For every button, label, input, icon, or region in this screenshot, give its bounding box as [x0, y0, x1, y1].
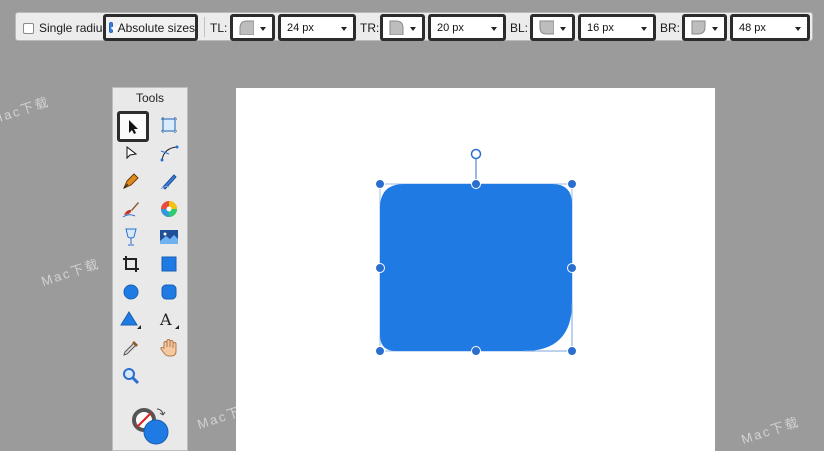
absolute-sizes-checkbox[interactable]	[109, 22, 113, 33]
polygon-tool[interactable]	[118, 307, 144, 333]
bl-radius-value: 16 px	[587, 21, 614, 34]
resize-handle-top[interactable]	[471, 179, 481, 189]
chevron-down-icon	[560, 27, 566, 31]
tl-radius-select[interactable]: 24 px	[278, 14, 356, 41]
crop-tool[interactable]	[118, 251, 144, 277]
crop-frame-tool[interactable]	[156, 112, 182, 138]
tl-corner-style-button[interactable]	[230, 14, 275, 41]
crop-frame-icon	[161, 117, 177, 133]
pencil-tool[interactable]	[156, 168, 182, 194]
crop-icon	[123, 256, 139, 272]
absolute-sizes-label: Absolute sizes	[117, 20, 195, 35]
ellipse-tool[interactable]	[118, 279, 144, 305]
rectangle-icon	[161, 256, 177, 272]
single-radius-checkbox[interactable]	[23, 22, 34, 34]
rotation-handle[interactable]	[470, 148, 482, 160]
eyedropper-tool[interactable]	[118, 335, 144, 361]
br-label: BR:	[660, 21, 681, 35]
document-canvas[interactable]: Mac下载 Mac下载 Mac下载	[236, 88, 715, 451]
bl-radius-select[interactable]: 16 px	[578, 14, 656, 41]
brush-icon	[122, 202, 139, 218]
select-tool[interactable]	[117, 111, 149, 142]
glass-icon	[125, 228, 137, 246]
text-icon: A	[159, 310, 179, 329]
image-tool[interactable]	[156, 224, 182, 250]
bl-label: BL:	[510, 21, 529, 35]
chevron-down-icon	[795, 27, 801, 31]
resize-handle-bottom[interactable]	[471, 346, 481, 356]
node-tool[interactable]	[118, 140, 144, 166]
image-icon	[160, 230, 178, 244]
brush-tool[interactable]	[118, 196, 144, 222]
resize-handle-right[interactable]	[567, 263, 577, 273]
tl-radius-value: 24 px	[287, 21, 314, 34]
pan-tool[interactable]	[156, 335, 182, 361]
transparency-tool[interactable]	[118, 224, 144, 250]
node-arrow-icon	[126, 145, 138, 160]
tr-label: TR:	[360, 21, 380, 35]
svg-text:A: A	[159, 310, 172, 329]
shape-layer	[375, 148, 577, 356]
tr-corner-style-button[interactable]	[380, 14, 425, 41]
watermark: Mac下载	[739, 413, 802, 447]
resize-handle-top-left[interactable]	[375, 179, 385, 189]
triangle-icon	[120, 311, 141, 329]
color-tool[interactable]	[156, 196, 182, 222]
zoom-icon	[123, 368, 140, 385]
tools-panel-title: Tools	[135, 91, 164, 105]
watermark: Mac下载	[39, 255, 102, 289]
tl-corner-icon	[239, 20, 254, 35]
chevron-down-icon	[341, 27, 347, 31]
tr-radius-value: 20 px	[437, 21, 464, 34]
resize-handle-bottom-right[interactable]	[567, 346, 577, 356]
rounded-rect-icon	[161, 284, 177, 300]
tr-radius-select[interactable]: 20 px	[428, 14, 506, 41]
chevron-down-icon	[712, 27, 718, 31]
bezier-icon	[160, 145, 179, 162]
pen-icon	[123, 173, 139, 189]
br-radius-select[interactable]: 48 px	[730, 14, 810, 41]
absolute-sizes-option[interactable]: Absolute sizes	[103, 14, 198, 41]
br-radius-value: 48 px	[739, 21, 766, 34]
pencil-icon	[160, 174, 177, 190]
bl-corner-icon	[539, 20, 554, 35]
resize-handle-top-right[interactable]	[567, 179, 577, 189]
chevron-down-icon	[410, 27, 416, 31]
tools-panel: Tools A	[112, 87, 188, 451]
rectangle-tool[interactable]	[156, 251, 182, 277]
zoom-tool[interactable]	[118, 363, 144, 389]
ellipse-icon	[123, 284, 139, 300]
select-arrow-icon	[129, 119, 138, 134]
tl-label: TL:	[210, 21, 228, 35]
watermark: Mac下载	[0, 93, 52, 127]
single-radius-label: Single radius	[39, 21, 109, 35]
hand-icon	[160, 338, 177, 357]
br-corner-style-button[interactable]	[682, 14, 727, 41]
shape-options-toolbar: Single radius Absolute sizes TL: 24 px T…	[15, 12, 813, 41]
tr-corner-icon	[389, 20, 404, 35]
resize-handle-left[interactable]	[375, 263, 385, 273]
bezier-tool[interactable]	[156, 140, 182, 166]
chevron-down-icon	[491, 27, 497, 31]
text-tool[interactable]: A	[156, 307, 182, 333]
eyedropper-icon	[123, 341, 138, 356]
fill-stroke-swatch[interactable]	[130, 406, 170, 446]
chevron-down-icon	[641, 27, 647, 31]
rounded-rectangle-shape[interactable]	[380, 184, 572, 351]
resize-handle-bottom-left[interactable]	[375, 346, 385, 356]
swatch-graphic	[132, 408, 169, 445]
bl-corner-style-button[interactable]	[530, 14, 575, 41]
single-radius-option[interactable]: Single radius	[23, 21, 108, 35]
br-corner-icon	[691, 20, 706, 35]
chevron-down-icon	[260, 27, 266, 31]
toolbar-separator	[204, 17, 205, 37]
pen-tool[interactable]	[118, 168, 144, 194]
rounded-rectangle-tool[interactable]	[156, 279, 182, 305]
color-wheel-icon	[161, 201, 177, 217]
